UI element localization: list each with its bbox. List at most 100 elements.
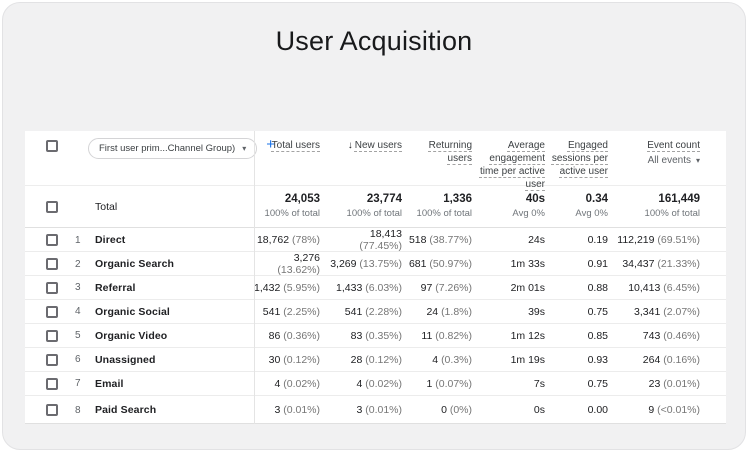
column-header-returning-users[interactable]: Returning users xyxy=(408,131,478,191)
select-all-cell xyxy=(25,131,69,191)
channel-name: Organic Social xyxy=(95,306,254,318)
column-header-new-users[interactable]: ↓New users xyxy=(326,131,408,191)
event-filter-label: All events xyxy=(648,154,691,167)
new-users-value: 3,269 xyxy=(330,258,356,270)
event-count-pct: (0.16%) xyxy=(663,354,700,366)
select-all-checkbox[interactable] xyxy=(46,140,58,152)
totals-event-count-sub: 100% of total xyxy=(614,208,700,220)
totals-total-users-sub: 100% of total xyxy=(254,208,320,220)
row-check-cell xyxy=(25,354,69,366)
new-users-pct: (13.75%) xyxy=(359,258,402,270)
total-users-cell: 86 (0.36%) xyxy=(254,330,326,342)
returning-users-pct: (7.26%) xyxy=(435,282,472,294)
table-row: 6 Unassigned 30 (0.12%) 28 (0.12%) 4 (0.… xyxy=(25,348,726,372)
total-users-value: 86 xyxy=(269,330,281,342)
event-count-value: 34,437 xyxy=(622,258,654,270)
totals-event-count-value: 161,449 xyxy=(614,193,700,206)
row-checkbox[interactable] xyxy=(46,258,58,270)
returning-users-value: 681 xyxy=(409,258,427,270)
returning-users-pct: (1.8%) xyxy=(441,306,472,318)
avg-engagement-cell: 1m 12s xyxy=(478,330,551,342)
row-checkbox[interactable] xyxy=(46,306,58,318)
totals-new-users-value: 23,774 xyxy=(326,193,402,206)
engaged-sessions-value: 0.85 xyxy=(588,330,608,342)
returning-users-cell: 518 (38.77%) xyxy=(408,234,478,246)
column-header-total-users[interactable]: Total users xyxy=(254,131,326,191)
event-count-cell: 264 (0.16%) xyxy=(614,354,726,366)
avg-engagement-value: 24s xyxy=(528,234,545,246)
avg-engagement-value: 1m 33s xyxy=(511,258,545,270)
row-checkbox[interactable] xyxy=(46,330,58,342)
row-check-cell xyxy=(25,306,69,318)
dimension-picker-cell: First user prim...Channel Group) ▾ + xyxy=(88,131,254,191)
event-count-cell: 3,341 (2.07%) xyxy=(614,306,726,318)
column-divider xyxy=(254,131,255,424)
column-header-avg-engagement[interactable]: Average engagement time per active user xyxy=(478,131,551,191)
event-filter-dropdown[interactable]: All events ▾ xyxy=(648,154,700,167)
totals-row: Total 24,053 100% of total 23,774 100% o… xyxy=(25,185,726,228)
totals-engaged-sessions: 0.34 Avg 0% xyxy=(551,193,614,220)
total-users-pct: (5.95%) xyxy=(283,282,320,294)
row-check-cell xyxy=(25,404,69,416)
channel-name: Email xyxy=(95,378,254,390)
row-number: 2 xyxy=(69,259,95,270)
dimension-dropdown[interactable]: First user prim...Channel Group) ▾ xyxy=(88,138,257,159)
totals-avg-engagement: 40s Avg 0% xyxy=(478,193,551,220)
row-checkbox[interactable] xyxy=(46,354,58,366)
row-checkbox[interactable] xyxy=(46,378,58,390)
row-check-cell xyxy=(25,282,69,294)
totals-returning-users: 1,336 100% of total xyxy=(408,193,478,220)
event-count-value: 743 xyxy=(643,330,661,342)
row-checkbox[interactable] xyxy=(46,404,58,416)
avg-engagement-value: 39s xyxy=(528,306,545,318)
channel-name: Paid Search xyxy=(95,404,254,416)
total-users-cell: 3,276 (13.62%) xyxy=(254,252,326,276)
total-users-value: 30 xyxy=(269,354,281,366)
total-users-cell: 3 (0.01%) xyxy=(254,404,326,416)
avg-engagement-value: 7s xyxy=(534,378,545,390)
new-users-value: 1,433 xyxy=(336,282,362,294)
event-count-cell: 23 (0.01%) xyxy=(614,378,726,390)
avg-engagement-cell: 1m 19s xyxy=(478,354,551,366)
returning-users-cell: 1 (0.07%) xyxy=(408,378,478,390)
event-count-value: 264 xyxy=(643,354,661,366)
new-users-value: 541 xyxy=(345,306,363,318)
row-checkbox[interactable] xyxy=(46,282,58,294)
total-users-pct: (78%) xyxy=(292,234,320,246)
row-checkbox[interactable] xyxy=(46,234,58,246)
avg-engagement-cell: 7s xyxy=(478,378,551,390)
total-users-pct: (13.62%) xyxy=(277,264,320,276)
event-count-pct: (69.51%) xyxy=(657,234,700,246)
new-users-pct: (2.28%) xyxy=(365,306,402,318)
totals-avg-engagement-value: 40s xyxy=(478,193,545,206)
engaged-sessions-value: 0.75 xyxy=(588,306,608,318)
new-users-pct: (77.45%) xyxy=(359,240,402,252)
totals-engaged-sessions-sub: Avg 0% xyxy=(551,208,608,220)
new-users-header-label: New users xyxy=(355,140,402,151)
avg-engagement-value: 0s xyxy=(534,404,545,416)
totals-avg-engagement-sub: Avg 0% xyxy=(478,208,545,220)
returning-users-cell: 4 (0.3%) xyxy=(408,354,478,366)
returning-users-value: 1 xyxy=(426,378,432,390)
column-header-engaged-sessions[interactable]: Engaged sessions per active user xyxy=(551,131,614,191)
engaged-sessions-value: 0.19 xyxy=(588,234,608,246)
event-count-cell: 10,413 (6.45%) xyxy=(614,282,726,294)
engaged-sessions-cell: 0.85 xyxy=(551,330,614,342)
engaged-sessions-cell: 0.91 xyxy=(551,258,614,270)
totals-total-users-value: 24,053 xyxy=(254,193,320,206)
new-users-pct: (0.12%) xyxy=(365,354,402,366)
new-users-value: 3 xyxy=(356,404,362,416)
total-users-value: 541 xyxy=(263,306,281,318)
channel-name: Unassigned xyxy=(95,354,254,366)
avg-engagement-cell: 1m 33s xyxy=(478,258,551,270)
new-users-value: 83 xyxy=(351,330,363,342)
row-number: 5 xyxy=(69,330,95,341)
column-header-event-count[interactable]: Event count All events ▾ xyxy=(614,131,726,191)
avg-engagement-value: 1m 19s xyxy=(511,354,545,366)
totals-total-users: 24,053 100% of total xyxy=(254,193,326,220)
row-number: 8 xyxy=(69,405,95,416)
new-users-value: 4 xyxy=(356,378,362,390)
event-count-pct: (6.45%) xyxy=(663,282,700,294)
totals-checkbox[interactable] xyxy=(46,201,58,213)
returning-users-cell: 24 (1.8%) xyxy=(408,306,478,318)
